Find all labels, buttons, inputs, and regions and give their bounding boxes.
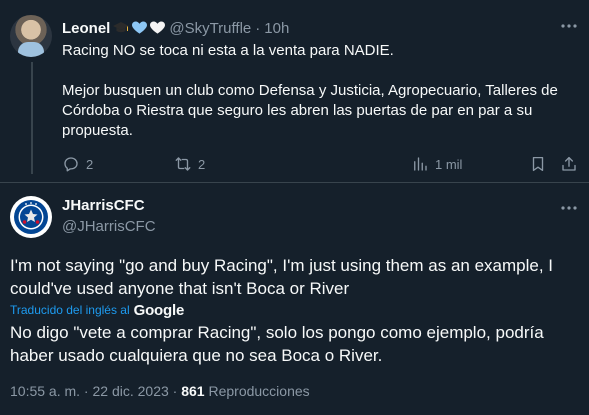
tweet-metadata: 10:55 a. m. · 22 dic. 2023 · 861 Reprodu… bbox=[10, 383, 310, 399]
author-name[interactable]: JHarrisCFC bbox=[62, 197, 145, 214]
analytics-icon bbox=[414, 157, 427, 171]
reply-header: Leonel @SkyTruffle · 10h bbox=[62, 18, 289, 38]
chelsea-crest-icon bbox=[14, 200, 48, 234]
author-name[interactable]: Leonel bbox=[62, 20, 110, 37]
more-options-icon[interactable] bbox=[559, 198, 579, 218]
divider bbox=[0, 182, 589, 183]
blue-heart-icon bbox=[132, 21, 148, 34]
reply-count: 2 bbox=[86, 156, 94, 172]
avatar[interactable] bbox=[10, 15, 52, 57]
reply-tweet[interactable]: Leonel @SkyTruffle · 10h Racing NO se to… bbox=[0, 0, 589, 182]
tweet-text: I'm not saying "go and buy Racing", I'm … bbox=[10, 256, 554, 298]
share-icon bbox=[562, 156, 576, 171]
reply-text: Racing NO se toca ni esta a la venta par… bbox=[62, 41, 582, 141]
views-button[interactable]: 1 mil bbox=[411, 155, 462, 173]
timestamp[interactable]: 10:55 a. m. · 22 dic. 2023 · bbox=[10, 383, 177, 399]
google-logo: Google bbox=[133, 301, 185, 319]
white-heart-icon bbox=[150, 21, 166, 34]
translated-text: No digo "vete a comprar Racing", solo lo… bbox=[10, 323, 544, 365]
translation-notice: Traducido del inglés al Google bbox=[10, 301, 184, 319]
retweet-icon bbox=[175, 157, 191, 171]
comment-icon bbox=[64, 157, 78, 172]
reply-paragraph: Racing NO se toca ni esta a la venta par… bbox=[62, 42, 394, 59]
views-count: 861 bbox=[181, 383, 205, 399]
retweet-count: 2 bbox=[198, 156, 206, 172]
translated-label[interactable]: Traducido del inglés al bbox=[10, 303, 130, 317]
views-label: Reproducciones bbox=[208, 383, 310, 399]
avatar[interactable] bbox=[10, 196, 52, 238]
share-button[interactable] bbox=[560, 155, 578, 173]
author-handle[interactable]: @SkyTruffle bbox=[169, 20, 251, 37]
separator-dot: · bbox=[255, 19, 261, 37]
graduation-cap-icon bbox=[113, 22, 130, 33]
retweet-button[interactable]: 2 bbox=[174, 155, 205, 173]
thread-line bbox=[31, 62, 33, 174]
more-options-icon[interactable] bbox=[559, 16, 579, 36]
reply-paragraph: Mejor busquen un club como Defensa y Jus… bbox=[62, 82, 558, 139]
reply-button[interactable]: 2 bbox=[62, 155, 93, 173]
bookmark-icon bbox=[532, 156, 544, 172]
views-count: 1 mil bbox=[435, 156, 463, 172]
author-handle[interactable]: @JHarrisCFC bbox=[62, 218, 156, 235]
timestamp[interactable]: 10h bbox=[264, 20, 289, 37]
action-bar: 2 2 1 mil bbox=[62, 154, 582, 174]
name-emojis bbox=[113, 21, 166, 35]
bookmark-button[interactable] bbox=[529, 155, 547, 173]
